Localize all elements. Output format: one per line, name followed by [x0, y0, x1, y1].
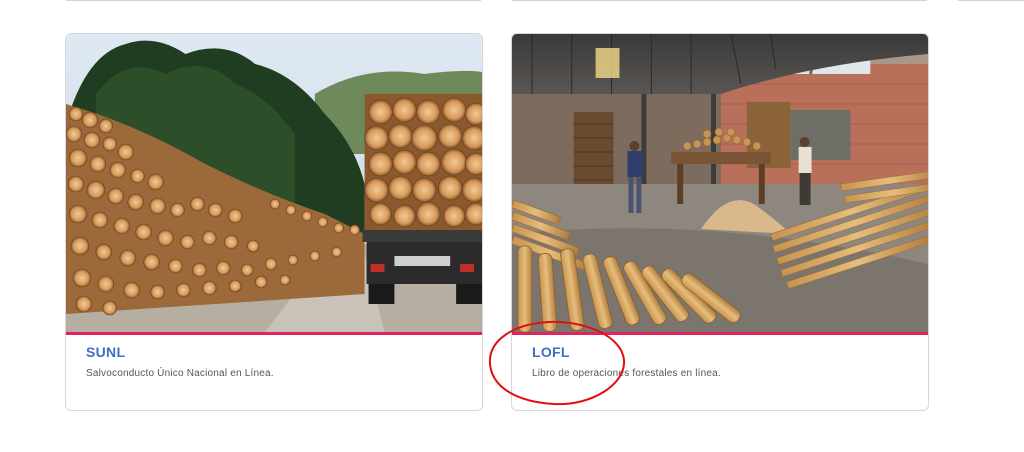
card-body: LOFL Libro de operaciones forestales en … — [512, 335, 928, 380]
card-image-sawmill[interactable] — [512, 34, 928, 332]
divider — [66, 0, 481, 1]
card-description: Salvoconducto Único Nacional en Línea. — [86, 368, 274, 379]
card-image-timber-logs[interactable] — [66, 34, 482, 332]
card-title-link[interactable]: SUNL — [86, 344, 125, 360]
card-body: SUNL Salvoconducto Único Nacional en Lín… — [66, 335, 482, 380]
page: SUNL Salvoconducto Único Nacional en Lín… — [0, 0, 1024, 452]
card-title-link[interactable]: LOFL — [532, 344, 570, 360]
divider — [512, 0, 927, 1]
divider — [958, 0, 1024, 1]
card-lofl[interactable]: LOFL Libro de operaciones forestales en … — [511, 33, 929, 411]
sawmill-warehouse-image — [512, 34, 928, 332]
timber-logs-image — [66, 34, 482, 332]
card-sunl[interactable]: SUNL Salvoconducto Único Nacional en Lín… — [65, 33, 483, 411]
card-description: Libro de operaciones forestales en línea… — [532, 368, 721, 379]
